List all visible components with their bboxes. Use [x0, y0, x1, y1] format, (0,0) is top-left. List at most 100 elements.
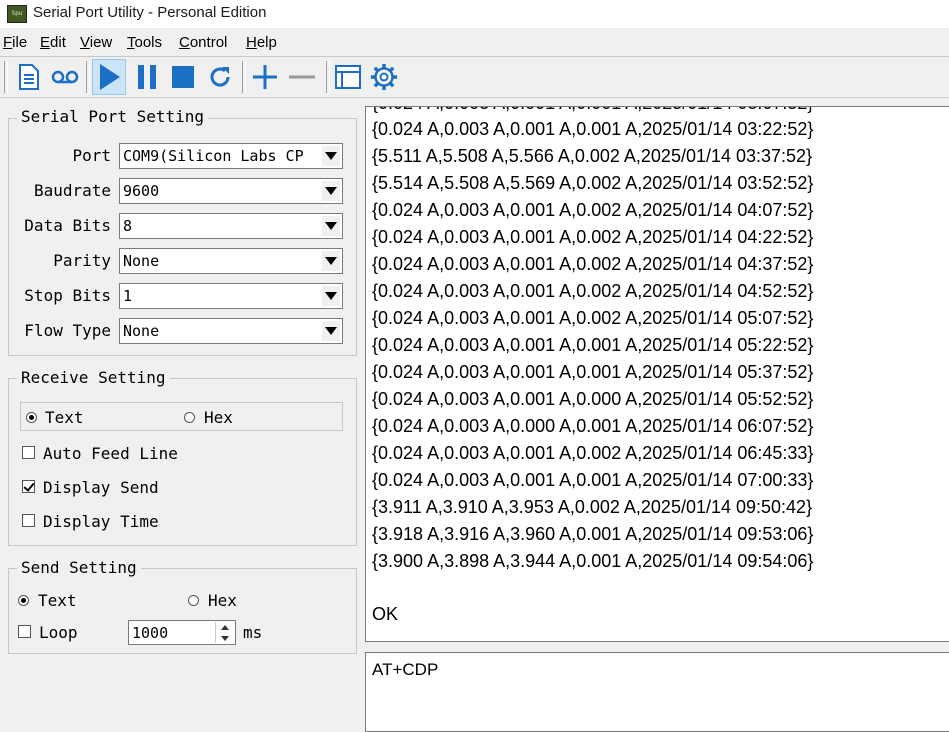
display-send-label[interactable]: Display Send [43, 478, 159, 497]
send-hex-radio[interactable] [188, 595, 199, 606]
port-value: COM9(Silicon Labs CP [123, 147, 304, 165]
stop-bits-value: 1 [123, 287, 133, 305]
receive-setting-title: Receive Setting [17, 368, 170, 387]
refresh-icon [210, 67, 230, 87]
record-button[interactable] [48, 59, 82, 95]
baudrate-select[interactable]: 9600 [119, 178, 343, 204]
receive-hex-label[interactable]: Hex [204, 408, 233, 427]
menu-control[interactable]: Control [179, 34, 227, 51]
spin-down-icon[interactable] [215, 633, 234, 643]
output-line: {0.024 A,0.003 A,0.000 A,0.001 A,2025/01… [372, 416, 814, 436]
interval-spinbox[interactable]: 1000 [128, 620, 236, 645]
record-icon [51, 70, 79, 84]
window-title: Serial Port Utility - Personal Edition [33, 4, 267, 21]
receive-text-radio[interactable] [26, 412, 37, 423]
output-line: {3.918 A,3.916 A,3.960 A,0.001 A,2025/01… [372, 524, 814, 544]
add-icon [253, 65, 277, 89]
output-line: {0.024 A,0.003 A,0.001 A,0.000 A,2025/01… [372, 389, 814, 409]
stop-icon [172, 66, 194, 88]
send-hex-label[interactable]: Hex [208, 591, 237, 610]
port-label: Port [72, 146, 111, 165]
send-input-text: AT+CDP [372, 660, 439, 679]
receive-output[interactable]: {0.024 A,0.003 A,0.001 A,0.001 A,2025/01… [365, 106, 949, 642]
chevron-down-icon[interactable] [322, 146, 340, 166]
window-icon [335, 65, 361, 89]
flow-type-label: Flow Type [24, 321, 111, 340]
menu-edit[interactable]: Edit [40, 34, 66, 51]
output-line: {3.900 A,3.898 A,3.944 A,0.001 A,2025/01… [372, 551, 814, 571]
stop-bits-label: Stop Bits [24, 286, 111, 305]
loop-checkbox[interactable] [18, 625, 31, 638]
app-icon: Spu [7, 5, 27, 23]
send-text-radio[interactable] [18, 595, 29, 606]
settings-button[interactable] [367, 59, 401, 95]
menu-help[interactable]: Help [246, 34, 277, 51]
menu-file[interactable]: File [3, 34, 27, 51]
add-button[interactable] [248, 59, 282, 95]
receive-text-label[interactable]: Text [45, 408, 84, 427]
output-line: {0.024 A,0.003 A,0.001 A,0.002 A,2025/01… [372, 308, 814, 328]
chevron-down-icon[interactable] [322, 181, 340, 201]
output-line-partial: {0.024 A,0.003 A,0.001 A,0.001 A,2025/01… [372, 107, 813, 114]
chevron-down-icon[interactable] [322, 216, 340, 236]
output-line: {0.024 A,0.003 A,0.001 A,0.001 A,2025/01… [372, 362, 814, 382]
spin-up-icon[interactable] [215, 622, 234, 633]
toolbar [0, 56, 949, 97]
parity-select[interactable]: None [119, 248, 343, 274]
toolbar-separator [4, 61, 8, 93]
menu-tools[interactable]: Tools [127, 34, 162, 51]
toolbar-separator [242, 61, 246, 93]
chevron-down-icon[interactable] [322, 251, 340, 271]
output-line: {5.511 A,5.508 A,5.566 A,0.002 A,2025/01… [372, 146, 813, 166]
play-button[interactable] [92, 59, 126, 95]
interval-value: 1000 [132, 624, 169, 642]
output-line: {0.024 A,0.003 A,0.001 A,0.001 A,2025/01… [372, 335, 814, 355]
display-send-checkbox[interactable] [22, 480, 35, 493]
output-status: OK [372, 604, 399, 624]
display-time-checkbox[interactable] [22, 514, 35, 527]
pause-button[interactable] [130, 59, 164, 95]
output-line: {0.024 A,0.003 A,0.001 A,0.001 A,2025/01… [372, 470, 814, 490]
toolbar-separator [326, 61, 330, 93]
play-icon [100, 64, 120, 90]
receive-hex-radio[interactable] [184, 412, 195, 423]
output-line: {0.024 A,0.003 A,0.001 A,0.002 A,2025/01… [372, 443, 814, 463]
loop-label[interactable]: Loop [39, 623, 78, 642]
display-time-label[interactable]: Display Time [43, 512, 159, 531]
stop-bits-select[interactable]: 1 [119, 283, 343, 309]
send-input[interactable]: AT+CDP [365, 652, 949, 732]
title-bar: Spu Serial Port Utility - Personal Editi… [0, 0, 949, 28]
stop-button[interactable] [166, 59, 200, 95]
output-line: {0.024 A,0.003 A,0.001 A,0.002 A,2025/01… [372, 254, 814, 274]
output-line: {3.911 A,3.910 A,3.953 A,0.002 A,2025/01… [372, 497, 813, 517]
output-line: {0.024 A,0.003 A,0.001 A,0.002 A,2025/01… [372, 200, 814, 220]
output-line: {0.024 A,0.003 A,0.001 A,0.002 A,2025/01… [372, 227, 814, 247]
data-bits-select[interactable]: 8 [119, 213, 343, 239]
serial-port-setting-title: Serial Port Setting [17, 107, 209, 126]
remove-button[interactable] [285, 59, 319, 95]
refresh-button[interactable] [203, 59, 237, 95]
data-bits-label: Data Bits [24, 216, 111, 235]
new-document-button[interactable] [12, 59, 46, 95]
auto-feed-line-label[interactable]: Auto Feed Line [43, 444, 178, 463]
window-button[interactable] [331, 59, 365, 95]
menu-bar: File Edit View Tools Control Help [0, 33, 949, 55]
menu-view[interactable]: View [80, 34, 112, 51]
port-select[interactable]: COM9(Silicon Labs CP [119, 143, 343, 169]
flow-type-select[interactable]: None [119, 318, 343, 344]
settings-icon [371, 64, 397, 90]
parity-value: None [123, 252, 160, 270]
output-line: {0.024 A,0.003 A,0.001 A,0.002 A,2025/01… [372, 281, 814, 301]
panel-divider [0, 97, 949, 98]
auto-feed-line-checkbox[interactable] [22, 446, 35, 459]
output-line: {5.514 A,5.508 A,5.569 A,0.002 A,2025/01… [372, 173, 814, 193]
send-text-label[interactable]: Text [38, 591, 77, 610]
pause-icon [138, 65, 156, 89]
baudrate-label: Baudrate [33, 181, 111, 200]
chevron-down-icon[interactable] [322, 286, 340, 306]
interval-unit: ms [243, 623, 263, 642]
send-setting-title: Send Setting [17, 558, 141, 577]
document-icon [19, 64, 39, 90]
chevron-down-icon[interactable] [322, 321, 340, 341]
data-bits-value: 8 [123, 217, 133, 235]
